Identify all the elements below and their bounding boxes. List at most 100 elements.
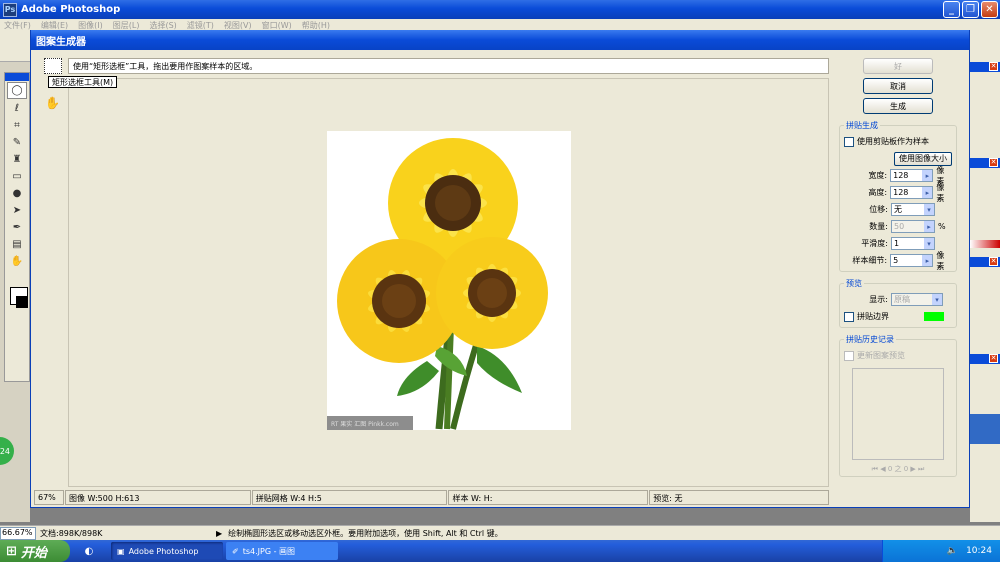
move-tool-icon[interactable]: ➤: [5, 202, 29, 219]
sample-detail-unit: 像素: [936, 250, 945, 271]
zoom-input[interactable]: 66.67%: [0, 526, 36, 540]
pattern-maker-dialog: 图案生成器 ✋ 使用“矩形选框”工具，拖出要用作图案样本的区域。 RT 果实 汇…: [30, 30, 970, 508]
history-preview-box: [852, 368, 944, 460]
blur-tool-icon[interactable]: ●: [5, 185, 29, 202]
use-image-size-button[interactable]: 使用图像大小: [894, 151, 952, 166]
generate-button[interactable]: 生成: [863, 98, 933, 114]
smoothness-label: 平滑度:: [861, 239, 888, 248]
history-nav[interactable]: ⏮ ◀ 0 之 0 ▶ ⏭: [844, 464, 952, 474]
close-button[interactable]: ✕: [981, 1, 998, 18]
hand-tool-icon[interactable]: ✋: [5, 253, 29, 270]
offset-select[interactable]: 无 ▾: [891, 203, 935, 216]
tile-border-label: 拼贴边界: [857, 312, 889, 321]
amount-field[interactable]: 50 ▸: [891, 220, 935, 233]
toolbox: ◯ ℓ ⌗ ✎ ♜ ▭ ● ➤ ✒ ▤ ✋: [4, 72, 30, 382]
show-select[interactable]: 原稿 ▾: [891, 293, 943, 306]
close-icon[interactable]: ✕: [989, 257, 998, 266]
amount-label: 数量:: [869, 222, 888, 231]
chevron-down-icon[interactable]: ▾: [932, 294, 942, 305]
lasso-tool-icon[interactable]: ℓ: [5, 100, 29, 117]
amount-value: 50: [894, 222, 905, 231]
sample-detail-value: 5: [893, 256, 899, 265]
panel-header: ✕: [970, 257, 1000, 267]
task-paint[interactable]: ✐ ts4.JPG - 画图: [226, 542, 338, 560]
sample-detail-label: 样本细节:: [852, 256, 888, 265]
close-icon[interactable]: ✕: [989, 158, 998, 167]
notes-tool-icon[interactable]: ▤: [5, 236, 29, 253]
close-icon[interactable]: ✕: [989, 62, 998, 71]
smoothness-select[interactable]: 1 ▾: [891, 237, 935, 250]
dialog-controls: 好 取消 生成 拼贴生成 使用剪贴板作为样本 使用图像大小 宽度: 128 ▸ 像素 …: [839, 58, 957, 498]
arrow-right-icon[interactable]: ▸: [922, 170, 933, 181]
arrow-right-icon[interactable]: ▸: [924, 221, 934, 232]
crop-tool-icon[interactable]: ⌗: [5, 117, 29, 134]
stamp-tool-icon[interactable]: ♜: [5, 151, 29, 168]
dialog-status-bar: 67% 图像 W:500 H:613 拼贴网格 W:4 H:5 样本 W: H:…: [34, 490, 830, 505]
amount-unit: %: [938, 222, 946, 231]
marquee-tool-icon[interactable]: ◯: [7, 82, 27, 99]
rect-marquee-icon[interactable]: [44, 58, 62, 74]
height-value: 128: [893, 188, 909, 197]
app-title: Adobe Photoshop: [21, 4, 121, 15]
panel-header: ✕: [970, 158, 1000, 168]
doc-size[interactable]: 文档:898K/898K: [40, 528, 210, 539]
watermark: RT 果实 汇图 Pinkk.com: [327, 416, 413, 430]
marquee-tooltip: 矩形选框工具(M): [48, 76, 118, 88]
border-color-swatch[interactable]: [924, 312, 944, 321]
ok-button[interactable]: 好: [863, 58, 933, 74]
restore-button[interactable]: ❐: [962, 1, 979, 18]
menu-file[interactable]: 文件(F): [4, 20, 31, 31]
system-tray: 🔈 10:24: [882, 540, 1000, 562]
arrow-right-icon: ▶: [216, 528, 223, 538]
task-photoshop[interactable]: ▣ Adobe Photoshop: [111, 542, 223, 560]
status-zoom: 67%: [34, 490, 64, 505]
options-bar: [0, 32, 30, 62]
cancel-button[interactable]: 取消: [863, 78, 933, 94]
right-panels: ✕ ✕ ✕ ✕: [970, 32, 1000, 522]
task-paint-label: ts4.JPG - 画图: [242, 546, 295, 556]
sunflower-illustration: [337, 138, 548, 430]
width-value: 128: [893, 171, 909, 180]
dialog-tools: ✋: [40, 58, 67, 508]
status-hint: 绘制椭圆形选区或移动选区外框。要用附加选项，使用 Shift, Alt 和 Ct…: [228, 528, 503, 538]
quicklaunch-icon[interactable]: ◐: [74, 543, 104, 559]
status-image-size: 图像 W:500 H:613: [64, 490, 251, 505]
show-value: 原稿: [894, 295, 910, 304]
status-preview: 预览: 无: [649, 490, 829, 505]
height-label: 高度:: [868, 188, 888, 197]
start-label: 开始: [20, 545, 47, 561]
start-button[interactable]: ⊞ 开始: [0, 540, 70, 562]
arrow-right-icon[interactable]: ▸: [922, 255, 933, 266]
use-clipboard-checkbox[interactable]: [844, 136, 854, 147]
update-preview-checkbox[interactable]: [844, 350, 854, 361]
status-tile-grid: 拼贴网格 W:4 H:5: [251, 490, 448, 505]
photoshop-icon: ▣: [117, 546, 125, 556]
close-icon[interactable]: ✕: [989, 354, 998, 363]
volume-icon[interactable]: 🔈: [947, 546, 958, 556]
arrow-right-icon[interactable]: ▸: [922, 187, 933, 198]
brush-tool-icon[interactable]: ✎: [5, 134, 29, 151]
background-color-swatch[interactable]: [16, 296, 28, 308]
eraser-tool-icon[interactable]: ▭: [5, 168, 29, 185]
canvas-area[interactable]: RT 果实 汇图 Pinkk.com: [68, 78, 829, 487]
chevron-down-icon[interactable]: ▾: [924, 204, 934, 215]
pen-tool-icon[interactable]: ✒: [5, 219, 29, 236]
hint-bar: 使用“矩形选框”工具，拖出要用作图案样本的区域。: [68, 58, 829, 74]
hand-icon[interactable]: ✋: [45, 96, 67, 110]
selected-layer[interactable]: [970, 414, 1000, 444]
chevron-down-icon[interactable]: ▾: [924, 238, 934, 249]
app-titlebar: Ps Adobe Photoshop _ ❐ ✕: [0, 0, 1000, 19]
width-field[interactable]: 128 ▸: [890, 169, 934, 182]
color-ramp[interactable]: [970, 240, 1000, 248]
minimize-button[interactable]: _: [943, 1, 960, 18]
sunflower-image[interactable]: RT 果实 汇图 Pinkk.com: [327, 131, 571, 430]
tile-border-checkbox[interactable]: [844, 311, 854, 322]
dialog-title: 图案生成器: [31, 30, 969, 50]
photoshop-icon: Ps: [3, 2, 17, 17]
offset-label: 位移:: [869, 205, 888, 214]
sample-detail-field[interactable]: 5 ▸: [890, 254, 934, 267]
show-label: 显示:: [869, 295, 888, 304]
height-field[interactable]: 128 ▸: [890, 186, 934, 199]
windows-logo-icon: ⊞: [6, 543, 17, 559]
update-preview-label: 更新图案预览: [857, 351, 905, 360]
